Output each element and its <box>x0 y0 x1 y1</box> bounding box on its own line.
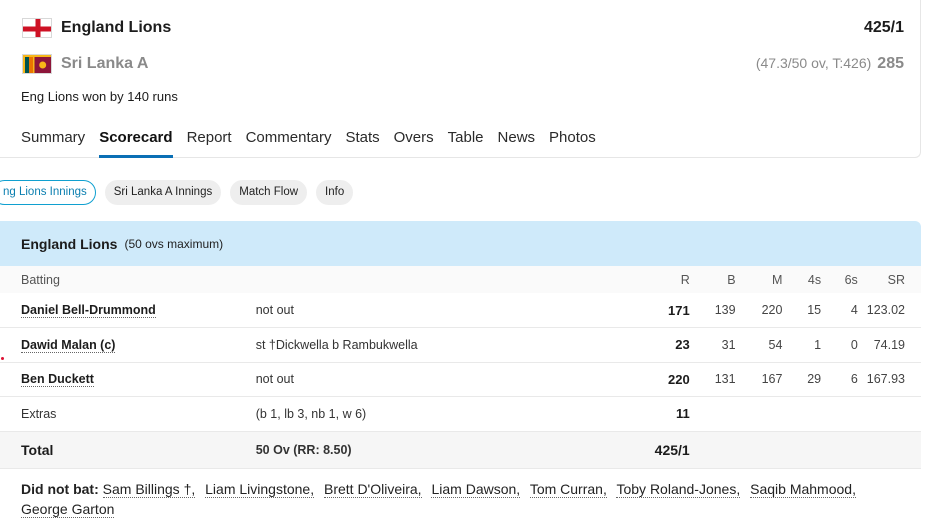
sixes: 0 <box>821 327 858 363</box>
player-link[interactable]: Daniel Bell-Drummond <box>21 303 156 318</box>
runs: 220 <box>617 362 690 397</box>
strike-rate: 74.19 <box>857 327 921 363</box>
extras-label: Extras <box>0 396 256 432</box>
fours: 29 <box>782 362 822 397</box>
table-row: Daniel Bell-Drummond not out 171 139 220… <box>0 293 921 328</box>
player-link[interactable]: Dawid Malan (c) <box>21 337 116 353</box>
total-detail: 50 Ov (RR: 8.50) <box>255 431 618 469</box>
balls: 139 <box>689 293 736 328</box>
tab-overs[interactable]: Overs <box>387 124 441 158</box>
team-name[interactable]: Sri Lanka A <box>61 55 148 73</box>
team-name[interactable]: England Lions <box>61 19 171 37</box>
header-minutes: M <box>772 272 783 287</box>
overs-info: (47.3/50 ov, T:426) <box>755 55 872 71</box>
team-row-england-lions[interactable]: England Lions 425/1 <box>22 16 904 40</box>
balls: 131 <box>689 362 736 397</box>
pill-england-lions-innings[interactable]: ng Lions Innings <box>0 180 96 205</box>
tab-stats[interactable]: Stats <box>338 124 386 158</box>
pill-sri-lanka-a-innings[interactable]: Sri Lanka A Innings <box>104 180 222 205</box>
header-dismissal <box>256 266 618 293</box>
did-not-bat: Did not bat: Sam Billings †, Liam Living… <box>21 479 901 519</box>
extras-value: 11 <box>617 396 690 432</box>
tab-table[interactable]: Table <box>441 124 491 158</box>
fours: 15 <box>782 293 822 328</box>
table-header-row: Batting R B M 4s 6s SR <box>0 266 921 293</box>
tab-summary[interactable]: Summary <box>0 124 92 158</box>
runs: 171 <box>617 293 690 328</box>
total-value: 425/1 <box>617 431 690 469</box>
runs: 23 <box>617 327 690 363</box>
player-link[interactable]: Sam Billings †, <box>102 481 196 498</box>
innings-header: England Lions (50 ovs maximum) <box>0 221 921 266</box>
tab-scorecard[interactable]: Scorecard <box>92 124 179 158</box>
innings-title: England Lions <box>21 235 118 252</box>
total-label: Total <box>0 431 256 469</box>
dismissal: st †Dickwella b Rambukwella <box>255 327 618 363</box>
header-batting: Batting <box>21 272 60 287</box>
dismissal: not out <box>255 293 618 328</box>
player-link[interactable]: Toby Roland-Jones, <box>616 481 741 498</box>
table-row: Ben Duckett not out 220 131 167 29 6 167… <box>0 362 921 397</box>
innings-pills: ng Lions Innings Sri Lanka A Innings Mat… <box>0 180 362 206</box>
pill-info[interactable]: Info <box>316 180 354 205</box>
header-fours: 4s <box>807 272 822 287</box>
sixes: 6 <box>821 362 858 397</box>
england-flag-icon <box>22 18 52 38</box>
balls: 31 <box>689 327 736 363</box>
fours: 1 <box>782 327 822 363</box>
player-link[interactable]: Saqib Mahmood, <box>750 481 856 498</box>
match-tabs: Summary Scorecard Report Commentary Stat… <box>0 124 603 158</box>
edge-marker-dot <box>1 357 4 360</box>
player-link[interactable]: George Garton <box>21 501 115 518</box>
tab-commentary[interactable]: Commentary <box>239 124 339 158</box>
pill-match-flow[interactable]: Match Flow <box>230 180 308 205</box>
strike-rate: 123.02 <box>857 293 921 328</box>
dismissal: not out <box>255 362 618 397</box>
strike-rate: 167.93 <box>857 362 921 397</box>
team-score: 425/1 <box>863 19 904 36</box>
tab-report[interactable]: Report <box>180 124 239 158</box>
player-link[interactable]: Ben Duckett <box>21 372 94 388</box>
extras-row: Extras (b 1, lb 3, nb 1, w 6) 11 <box>0 396 921 432</box>
tab-news[interactable]: News <box>491 124 543 158</box>
player-link[interactable]: Tom Curran, <box>529 481 607 498</box>
did-not-bat-label: Did not bat: <box>21 481 99 497</box>
sixes: 4 <box>821 293 858 328</box>
extras-detail: (b 1, lb 3, nb 1, w 6) <box>255 396 618 432</box>
table-row: Dawid Malan (c) st †Dickwella b Rambukwe… <box>0 327 921 363</box>
player-link[interactable]: Liam Livingstone, <box>205 481 315 498</box>
tab-photos[interactable]: Photos <box>542 124 603 158</box>
player-link[interactable]: Liam Dawson, <box>431 481 521 498</box>
header-sixes: 6s <box>844 272 858 287</box>
player-link[interactable]: Brett D'Oliveira, <box>323 481 422 498</box>
team-score: (47.3/50 ov, T:426) 285 <box>755 55 904 72</box>
batting-scorecard-table: Batting R B M 4s 6s SR Daniel Bell-Drumm… <box>0 266 921 469</box>
total-row: Total 50 Ov (RR: 8.50) 425/1 <box>0 431 921 469</box>
sri-lanka-flag-icon <box>22 54 52 74</box>
match-result: Eng Lions won by 140 runs <box>21 89 178 104</box>
header-balls: B <box>727 272 736 287</box>
header-runs: R <box>680 272 690 287</box>
match-summary-card: England Lions 425/1 Sri Lanka A (47.3/50… <box>0 0 921 158</box>
minutes: 54 <box>735 327 783 363</box>
team-row-sri-lanka-a[interactable]: Sri Lanka A (47.3/50 ov, T:426) 285 <box>22 52 904 76</box>
header-strike-rate: SR <box>887 272 905 287</box>
minutes: 220 <box>735 293 783 328</box>
minutes: 167 <box>735 362 783 397</box>
innings-subtitle: (50 ovs maximum) <box>124 236 224 251</box>
